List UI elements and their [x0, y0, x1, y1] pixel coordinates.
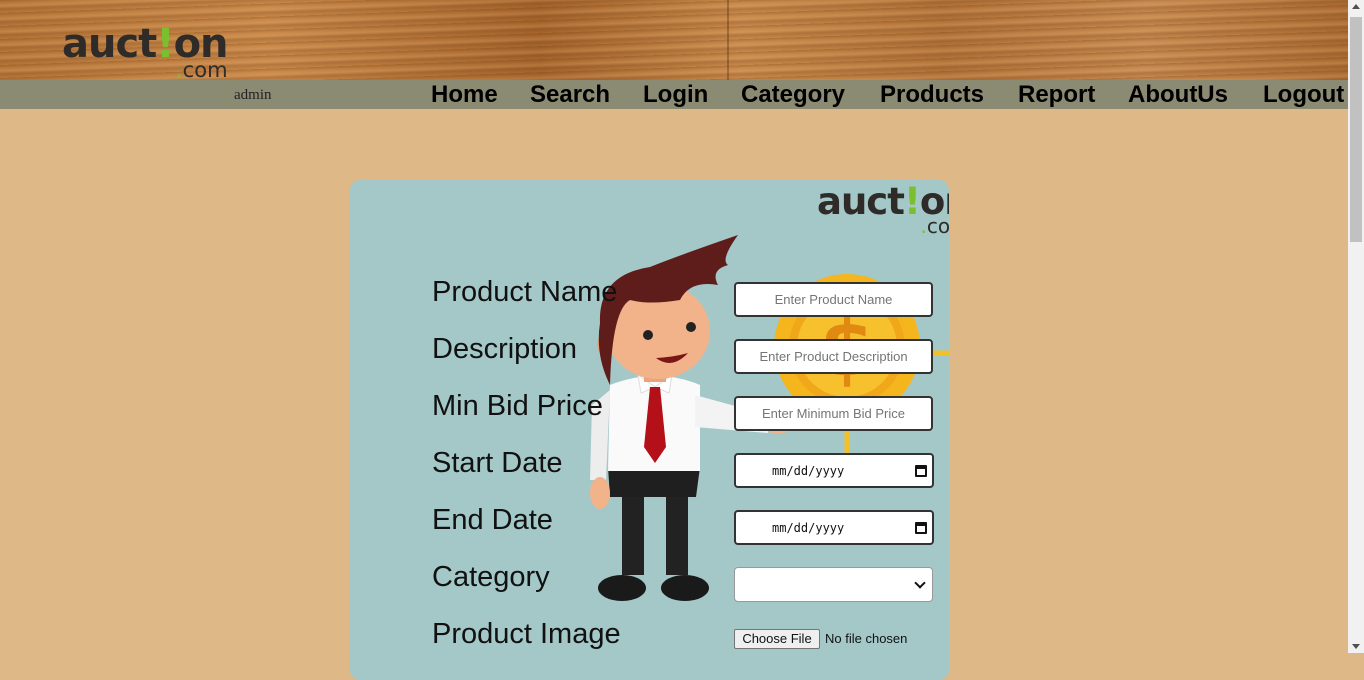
- nav-home[interactable]: Home: [431, 80, 498, 109]
- end-date-label: End Date: [432, 504, 553, 536]
- min-bid-price-input[interactable]: [734, 396, 933, 431]
- site-logo[interactable]: auct!on .com: [62, 21, 229, 82]
- scroll-down-arrow-icon[interactable]: [1352, 644, 1360, 649]
- add-product-form-card: $ auct!on .com Produc: [350, 180, 949, 680]
- chevron-down-icon: [914, 577, 926, 589]
- start-date-label: Start Date: [432, 447, 563, 479]
- category-label: Category: [432, 561, 550, 593]
- logo-dot: .: [175, 58, 183, 82]
- choose-file-button[interactable]: Choose File: [734, 629, 820, 649]
- product-name-label: Product Name: [432, 276, 618, 308]
- nav-login[interactable]: Login: [643, 80, 708, 109]
- vertical-scrollbar[interactable]: [1348, 0, 1364, 653]
- nav-logout[interactable]: Logout: [1263, 80, 1344, 109]
- product-image-label: Product Image: [432, 618, 621, 650]
- logo-exclamation: !: [903, 180, 921, 223]
- calendar-icon[interactable]: [915, 465, 927, 477]
- min-bid-price-label: Min Bid Price: [432, 390, 603, 422]
- nav-report[interactable]: Report: [1018, 80, 1095, 109]
- category-select[interactable]: [734, 567, 933, 602]
- nav-bar: admin Home Search Login Category Product…: [0, 80, 1348, 109]
- scrollbar-thumb[interactable]: [1350, 17, 1362, 242]
- card-logo: auct!on .com: [817, 183, 949, 236]
- end-date-input[interactable]: mm/dd/yyyy: [734, 510, 934, 545]
- logo-suffix: com: [182, 58, 228, 82]
- current-user-label: admin: [234, 87, 272, 103]
- start-date-value: mm/dd/yyyy: [772, 464, 845, 478]
- file-status-text: No file chosen: [825, 631, 908, 646]
- logo-text-part: auct: [62, 21, 157, 67]
- logo-suffix: com: [926, 214, 949, 238]
- logo-exclamation: !: [156, 21, 174, 67]
- product-name-input[interactable]: [734, 282, 933, 317]
- end-date-value: mm/dd/yyyy: [772, 521, 845, 535]
- scroll-up-arrow-icon[interactable]: [1352, 4, 1360, 9]
- nav-products[interactable]: Products: [880, 80, 984, 109]
- nav-category[interactable]: Category: [741, 80, 845, 109]
- wood-seam: [727, 0, 729, 80]
- nav-aboutus[interactable]: AboutUs: [1128, 80, 1228, 109]
- product-description-input[interactable]: [734, 339, 933, 374]
- nav-search[interactable]: Search: [530, 80, 610, 109]
- logo-text-part: auct: [817, 180, 905, 223]
- start-date-input[interactable]: mm/dd/yyyy: [734, 453, 934, 488]
- header-banner: auct!on .com: [0, 0, 1348, 82]
- calendar-icon[interactable]: [915, 522, 927, 534]
- description-label: Description: [432, 333, 578, 365]
